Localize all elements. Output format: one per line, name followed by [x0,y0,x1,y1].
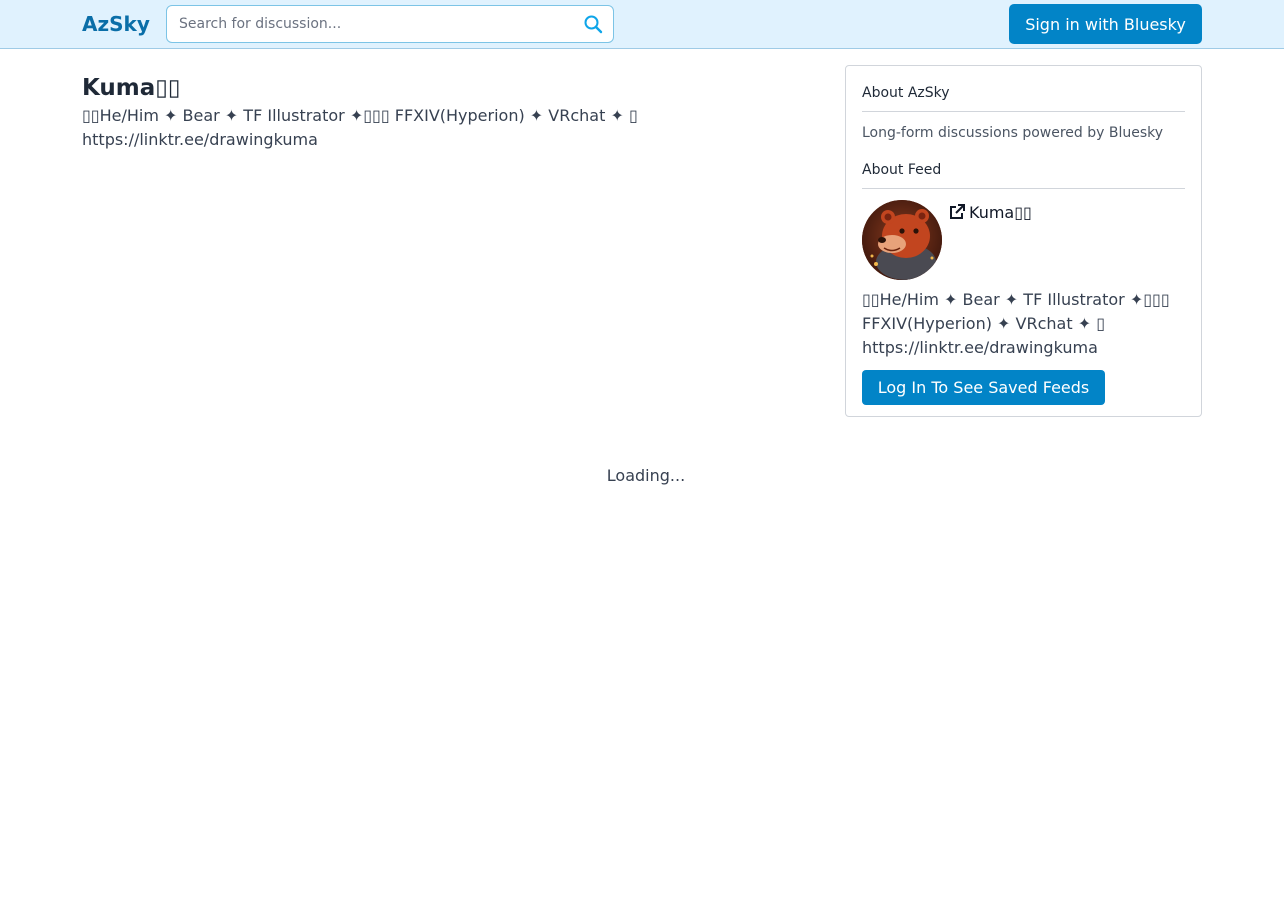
search-icon[interactable] [583,14,603,34]
azsky-tagline: Long-form discussions powered by Bluesky [862,125,1164,141]
about-azsky-heading: About AzSky [862,83,1185,112]
navbar: AzSky Sign in with Bluesky [0,0,1284,49]
feed-description: ▯▯He/Him ✦ Bear ✦ TF Illustrator ✦▯▯▯ FF… [862,290,1170,357]
about-feed-heading: About Feed [862,160,1185,189]
sign-in-with-bluesky-button[interactable]: Sign in with Bluesky [1009,4,1202,44]
feed-avatar [862,200,942,280]
external-link-icon [950,204,965,219]
brand-logo-link[interactable]: AzSky [82,11,150,37]
log-in-to-see-saved-feeds-button[interactable]: Log In To See Saved Feeds [862,370,1105,405]
profile-description: ▯▯He/Him ✦ Bear ✦ TF Illustrator ✦▯▯▯ FF… [82,106,638,149]
search-box [166,5,614,43]
sidebar-card: About AzSky Long-form discussions powere… [845,65,1202,417]
page-title: Kuma▯▯ [82,75,181,101]
bear-avatar-icon [862,200,942,280]
feed-name: Kuma▯▯ [969,202,1032,222]
search-input[interactable] [167,6,577,42]
loading-indicator: Loading... [606,466,686,485]
feed-profile-link[interactable]: Kuma▯▯ [948,200,1032,224]
